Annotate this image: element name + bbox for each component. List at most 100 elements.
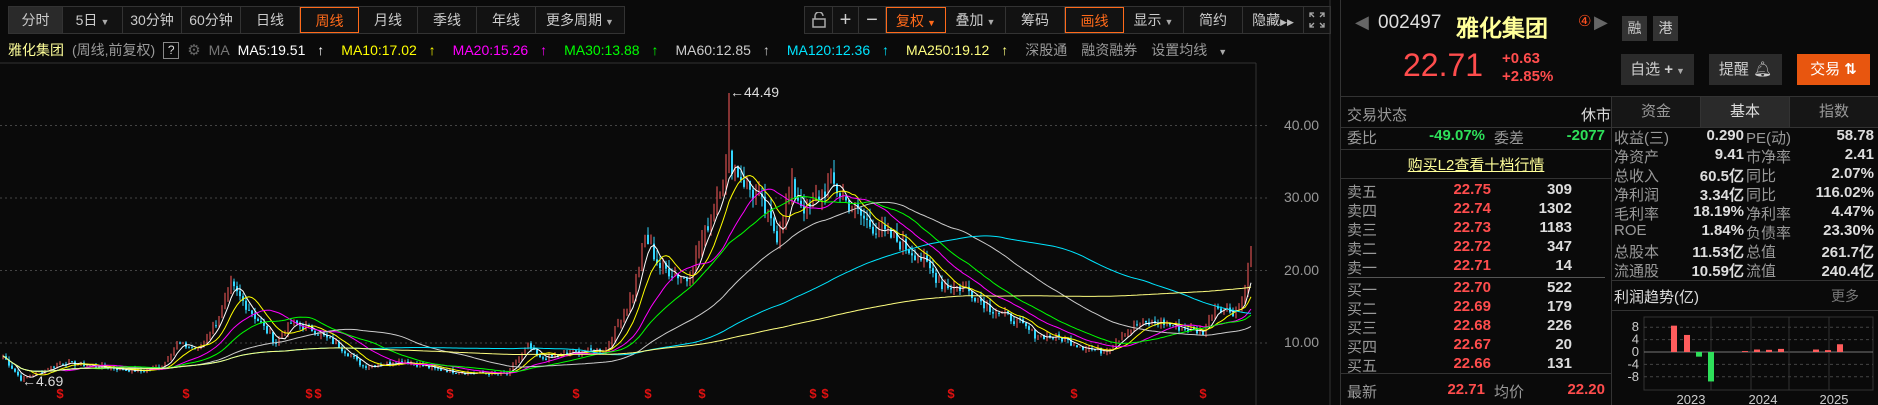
profit-bar[interactable] — [1708, 352, 1714, 382]
dividend-marker-icon[interactable]: $ — [821, 386, 829, 401]
dividend-marker-icon[interactable]: $ — [698, 386, 706, 401]
candle-body — [998, 312, 1000, 314]
order-row: 买二 22.69 179 — [1347, 298, 1607, 318]
dividend-marker-icon[interactable]: $ — [305, 386, 313, 401]
candle-body — [743, 180, 745, 187]
profit-trend-title: 利润趋势(亿) — [1614, 289, 1699, 306]
candle-body — [437, 368, 439, 370]
candle-body — [62, 363, 64, 365]
metric-value: 23.30% — [1823, 222, 1874, 239]
profit-bar[interactable] — [1684, 334, 1690, 352]
dividend-marker-icon[interactable]: $ — [1070, 386, 1078, 401]
profit-chart: 840-4-82023 2024 2025 — [1627, 316, 1874, 405]
tab-2[interactable]: 指数 — [1790, 97, 1878, 127]
profit-y-tick: -8 — [1627, 369, 1639, 384]
wb-value: -49.07% — [1429, 127, 1485, 144]
next-stock-icon[interactable]: ▶ — [1594, 12, 1608, 33]
profit-bar[interactable] — [1813, 349, 1819, 352]
order-row: 买一 22.70 522 — [1347, 279, 1607, 299]
dividend-marker-icon[interactable]: $ — [947, 386, 955, 401]
candle-body — [872, 226, 874, 234]
candle-body — [347, 353, 349, 357]
dividend-marker-icon[interactable]: $ — [182, 386, 190, 401]
level-volume: 179 — [1546, 298, 1572, 315]
dividend-marker-icon[interactable]: $ — [314, 386, 322, 401]
level-label: 卖五 — [1347, 184, 1378, 201]
price-change: +0.63 — [1502, 50, 1540, 67]
metric-label: 净利润 — [1614, 187, 1660, 204]
candle-body — [890, 228, 892, 238]
candle-body — [440, 368, 442, 371]
dividend-marker-icon[interactable]: $ — [446, 386, 454, 401]
level-price: 22.67 — [1453, 336, 1491, 353]
candle-body — [941, 281, 943, 290]
candle-body — [11, 365, 13, 369]
profit-bar[interactable] — [1671, 325, 1677, 352]
hk-connect-tag: 港 — [1653, 16, 1678, 41]
stock-name: 雅化集团 — [1456, 15, 1548, 41]
profit-bar[interactable] — [1754, 349, 1760, 352]
metric-label: 流通股 — [1614, 263, 1660, 280]
candle-body — [257, 318, 259, 322]
metric-value: 10.59亿 — [1691, 263, 1744, 280]
profit-bar[interactable] — [1696, 352, 1702, 357]
alert-button[interactable]: 提醒 🔔︎ — [1709, 54, 1782, 85]
last-price: 22.71 — [1403, 47, 1484, 83]
profit-bar[interactable] — [1837, 344, 1843, 352]
candle-body — [266, 325, 268, 334]
level-price: 22.73 — [1453, 219, 1491, 236]
candle-body — [1025, 323, 1027, 327]
fundamental-row: 流通股 10.59亿 流值 240.4亿 — [1614, 260, 1876, 280]
level-price: 22.72 — [1453, 238, 1491, 255]
candle-body — [797, 197, 799, 201]
watch-label: 自选 — [1630, 61, 1661, 78]
candle-body — [899, 241, 901, 250]
price-change-pct: +2.85% — [1502, 68, 1554, 85]
profit-bar[interactable] — [1766, 349, 1772, 352]
candle-body — [1034, 329, 1036, 339]
metric-value: 11.53亿 — [1692, 244, 1744, 261]
profit-bar[interactable] — [1742, 351, 1748, 352]
tab-0[interactable]: 资金 — [1612, 97, 1701, 127]
add-watchlist-button[interactable]: 自选 + ▼ — [1621, 54, 1694, 85]
level-label: 卖四 — [1347, 203, 1378, 220]
candle-body — [731, 150, 733, 175]
level-price: 22.71 — [1453, 257, 1491, 274]
order-row: 卖五 22.75 309 — [1347, 181, 1607, 201]
dividend-marker-icon[interactable]: $ — [809, 386, 817, 401]
kline-chart[interactable]: $ $ $ $ $ $ $ $ $ $ $ $ $ — [0, 0, 1340, 405]
candle-body — [1184, 328, 1186, 330]
profit-bar[interactable] — [1778, 348, 1784, 352]
candle-body — [659, 262, 661, 268]
metric-value: 2.41 — [1844, 146, 1874, 163]
trade-status-label: 交易状态 — [1347, 107, 1408, 124]
more-link[interactable]: 更多 — [1831, 286, 1859, 306]
candle-body — [647, 234, 649, 245]
candle-body — [992, 312, 994, 314]
metric-label: ROE — [1614, 222, 1647, 239]
order-row: 卖二 22.72 347 — [1347, 238, 1607, 258]
tab-1[interactable]: 基本 — [1701, 97, 1790, 127]
metric-value: 1.84% — [1701, 222, 1744, 239]
prev-stock-icon[interactable]: ◀ — [1355, 12, 1369, 33]
level-volume: 226 — [1546, 317, 1572, 334]
metric-label: PE(动) — [1746, 130, 1792, 147]
order-row: 买四 22.67 20 — [1347, 336, 1607, 356]
y-tick: 20.00 — [1284, 262, 1320, 278]
metric-label: 总股本 — [1614, 244, 1660, 261]
trade-button[interactable]: 交易 ⇅ — [1797, 54, 1870, 85]
ma60-line — [2, 201, 1252, 372]
dividend-marker-icon[interactable]: $ — [1199, 386, 1207, 401]
level-price: 22.69 — [1453, 298, 1491, 315]
candle-body — [671, 276, 673, 278]
profit-bar[interactable] — [1825, 350, 1831, 352]
l2-upgrade-link[interactable]: 购买L2查看十档行情 — [1341, 154, 1611, 175]
profit-plot-frame — [1643, 316, 1874, 391]
profit-year-label: 2024 — [1749, 392, 1778, 405]
margin-tag: 融 — [1622, 16, 1647, 41]
dividend-marker-icon[interactable]: $ — [644, 386, 652, 401]
candle-body — [362, 365, 364, 367]
alert-label: 提醒 — [1718, 61, 1749, 78]
dividend-marker-icon[interactable]: $ — [572, 386, 580, 401]
level-volume: 522 — [1546, 279, 1572, 296]
